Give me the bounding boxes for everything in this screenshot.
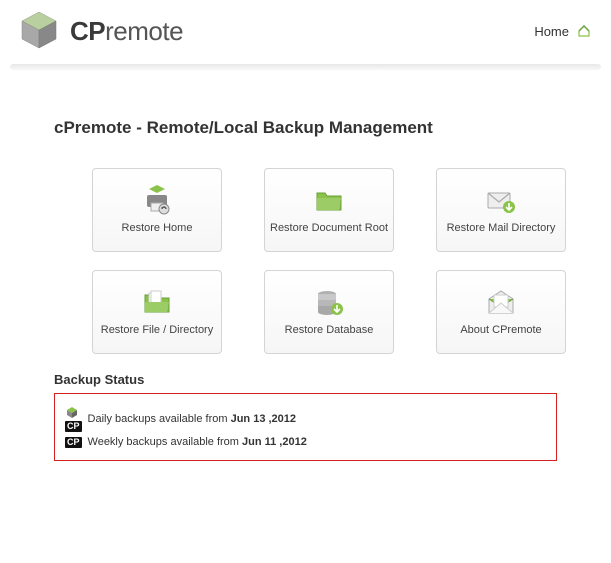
database-download-icon bbox=[313, 287, 345, 319]
tiles-grid: Restore Home Restore Document Root Resto… bbox=[92, 168, 611, 354]
status-text: Daily backups available from Jun 13 ,201… bbox=[88, 413, 297, 425]
folder-icon bbox=[313, 185, 345, 217]
logo: CPremote bbox=[16, 8, 183, 54]
tile-restore-document-root[interactable]: Restore Document Root bbox=[264, 168, 394, 252]
status-row-weekly: CP Weekly backups available from Jun 11 … bbox=[65, 436, 546, 448]
folder-files-icon bbox=[141, 287, 173, 319]
page-title: cPremote - Remote/Local Backup Managemen… bbox=[54, 118, 611, 138]
tile-restore-file[interactable]: Restore File / Directory bbox=[92, 270, 222, 354]
brand-prefix: CP bbox=[70, 16, 105, 46]
status-date: Jun 11 ,2012 bbox=[242, 436, 307, 448]
printer-restore-icon bbox=[141, 185, 173, 217]
status-box: CP Daily backups available from Jun 13 ,… bbox=[54, 393, 557, 461]
backup-status-section: Backup Status CP Daily backups available… bbox=[54, 372, 557, 461]
status-row-daily: CP Daily backups available from Jun 13 ,… bbox=[65, 406, 546, 432]
tile-label: Restore Database bbox=[285, 323, 374, 337]
status-title: Backup Status bbox=[54, 372, 557, 387]
tile-restore-mail[interactable]: Restore Mail Directory bbox=[436, 168, 566, 252]
tile-about[interactable]: About CPremote bbox=[436, 270, 566, 354]
tile-label: Restore File / Directory bbox=[101, 323, 213, 337]
brand-suffix: remote bbox=[105, 16, 183, 46]
status-prefix: Weekly backups available from bbox=[88, 436, 242, 448]
cube-small-icon bbox=[65, 406, 79, 420]
tile-label: Restore Home bbox=[122, 221, 193, 235]
tile-label: Restore Mail Directory bbox=[447, 221, 556, 235]
home-icon[interactable] bbox=[577, 24, 591, 38]
status-icon: CP bbox=[65, 437, 82, 448]
cp-badge: CP bbox=[65, 421, 82, 432]
cube-icon bbox=[16, 8, 62, 54]
envelope-open-icon bbox=[485, 287, 517, 319]
brand-text: CPremote bbox=[70, 16, 183, 47]
nav: Home bbox=[534, 24, 591, 39]
divider bbox=[10, 64, 601, 70]
status-icon: CP bbox=[65, 406, 82, 432]
nav-home-link[interactable]: Home bbox=[534, 24, 569, 39]
header: CPremote Home bbox=[0, 0, 611, 58]
tile-label: About CPremote bbox=[460, 323, 541, 337]
status-text: Weekly backups available from Jun 11 ,20… bbox=[88, 436, 307, 448]
tile-restore-home[interactable]: Restore Home bbox=[92, 168, 222, 252]
status-date: Jun 13 ,2012 bbox=[231, 413, 296, 425]
tile-label: Restore Document Root bbox=[270, 221, 388, 235]
status-prefix: Daily backups available from bbox=[88, 413, 231, 425]
tile-restore-database[interactable]: Restore Database bbox=[264, 270, 394, 354]
mail-download-icon bbox=[485, 185, 517, 217]
cp-badge: CP bbox=[65, 437, 82, 448]
